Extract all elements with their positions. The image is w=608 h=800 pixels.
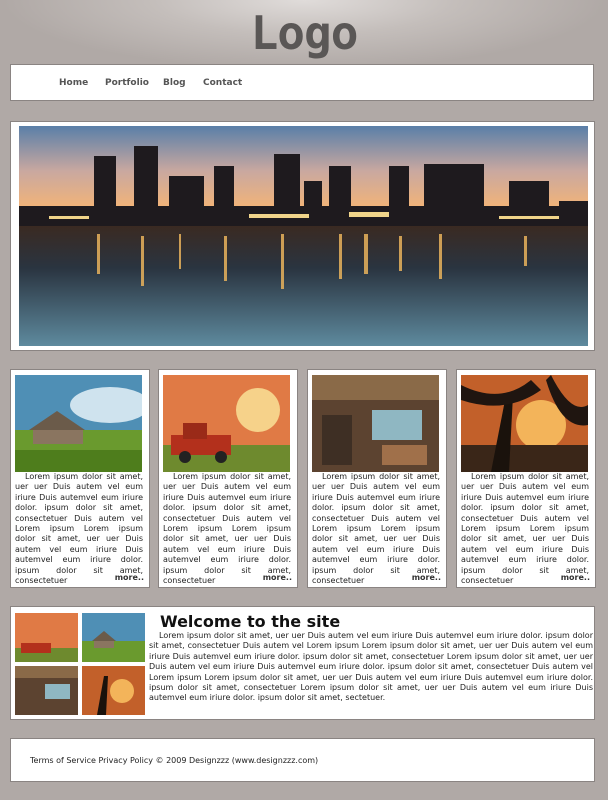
- feature-card-3: Lorem ipsum dolor sit amet, uer uer Duis…: [307, 369, 447, 588]
- site-logo[interactable]: Logo: [0, 4, 608, 62]
- nav-item-home[interactable]: Home: [59, 65, 88, 102]
- tree-sunset-image: [461, 375, 588, 472]
- nav-item-portfolio[interactable]: Portfolio: [105, 65, 149, 102]
- main-navigation: Home Portfolio Blog Contact: [10, 64, 594, 101]
- more-link[interactable]: more..: [263, 573, 292, 582]
- card-text: Lorem ipsum dolor sit amet, uer uer Duis…: [461, 472, 589, 586]
- more-link[interactable]: more..: [412, 573, 441, 582]
- feature-card-2: Lorem ipsum dolor sit amet, uer uer Duis…: [158, 369, 298, 588]
- gallery-thumb-tree[interactable]: [82, 666, 145, 715]
- card-text: Lorem ipsum dolor sit amet, uer uer Duis…: [163, 472, 291, 586]
- red-truck-image: [163, 375, 290, 472]
- more-link[interactable]: more..: [115, 573, 144, 582]
- workshop-image: [312, 375, 439, 472]
- card-text: Lorem ipsum dolor sit amet, uer uer Duis…: [15, 472, 143, 586]
- cottage-landscape-image: [15, 375, 142, 472]
- feature-card-4: Lorem ipsum dolor sit amet, uer uer Duis…: [456, 369, 596, 588]
- welcome-title: Welcome to the site: [160, 612, 341, 631]
- welcome-section: Welcome to the site Lorem ipsum dolor si…: [10, 606, 595, 720]
- gallery-thumb-workshop[interactable]: [15, 666, 78, 715]
- gallery-thumb-cottage[interactable]: [82, 613, 145, 662]
- welcome-text: Lorem ipsum dolor sit amet, uer uer Duis…: [149, 631, 593, 703]
- card-text: Lorem ipsum dolor sit amet, uer uer Duis…: [312, 472, 440, 586]
- footer-text: Terms of Service Privacy Policy © 2009 D…: [30, 756, 319, 765]
- nav-item-blog[interactable]: Blog: [163, 65, 186, 102]
- city-skyline-night-image: [19, 126, 588, 346]
- footer: Terms of Service Privacy Policy © 2009 D…: [10, 738, 595, 782]
- more-link[interactable]: more..: [561, 573, 590, 582]
- nav-item-contact[interactable]: Contact: [203, 65, 242, 102]
- feature-card-1: Lorem ipsum dolor sit amet, uer uer Duis…: [10, 369, 150, 588]
- gallery-thumb-truck[interactable]: [15, 613, 78, 662]
- hero-banner: [10, 121, 595, 351]
